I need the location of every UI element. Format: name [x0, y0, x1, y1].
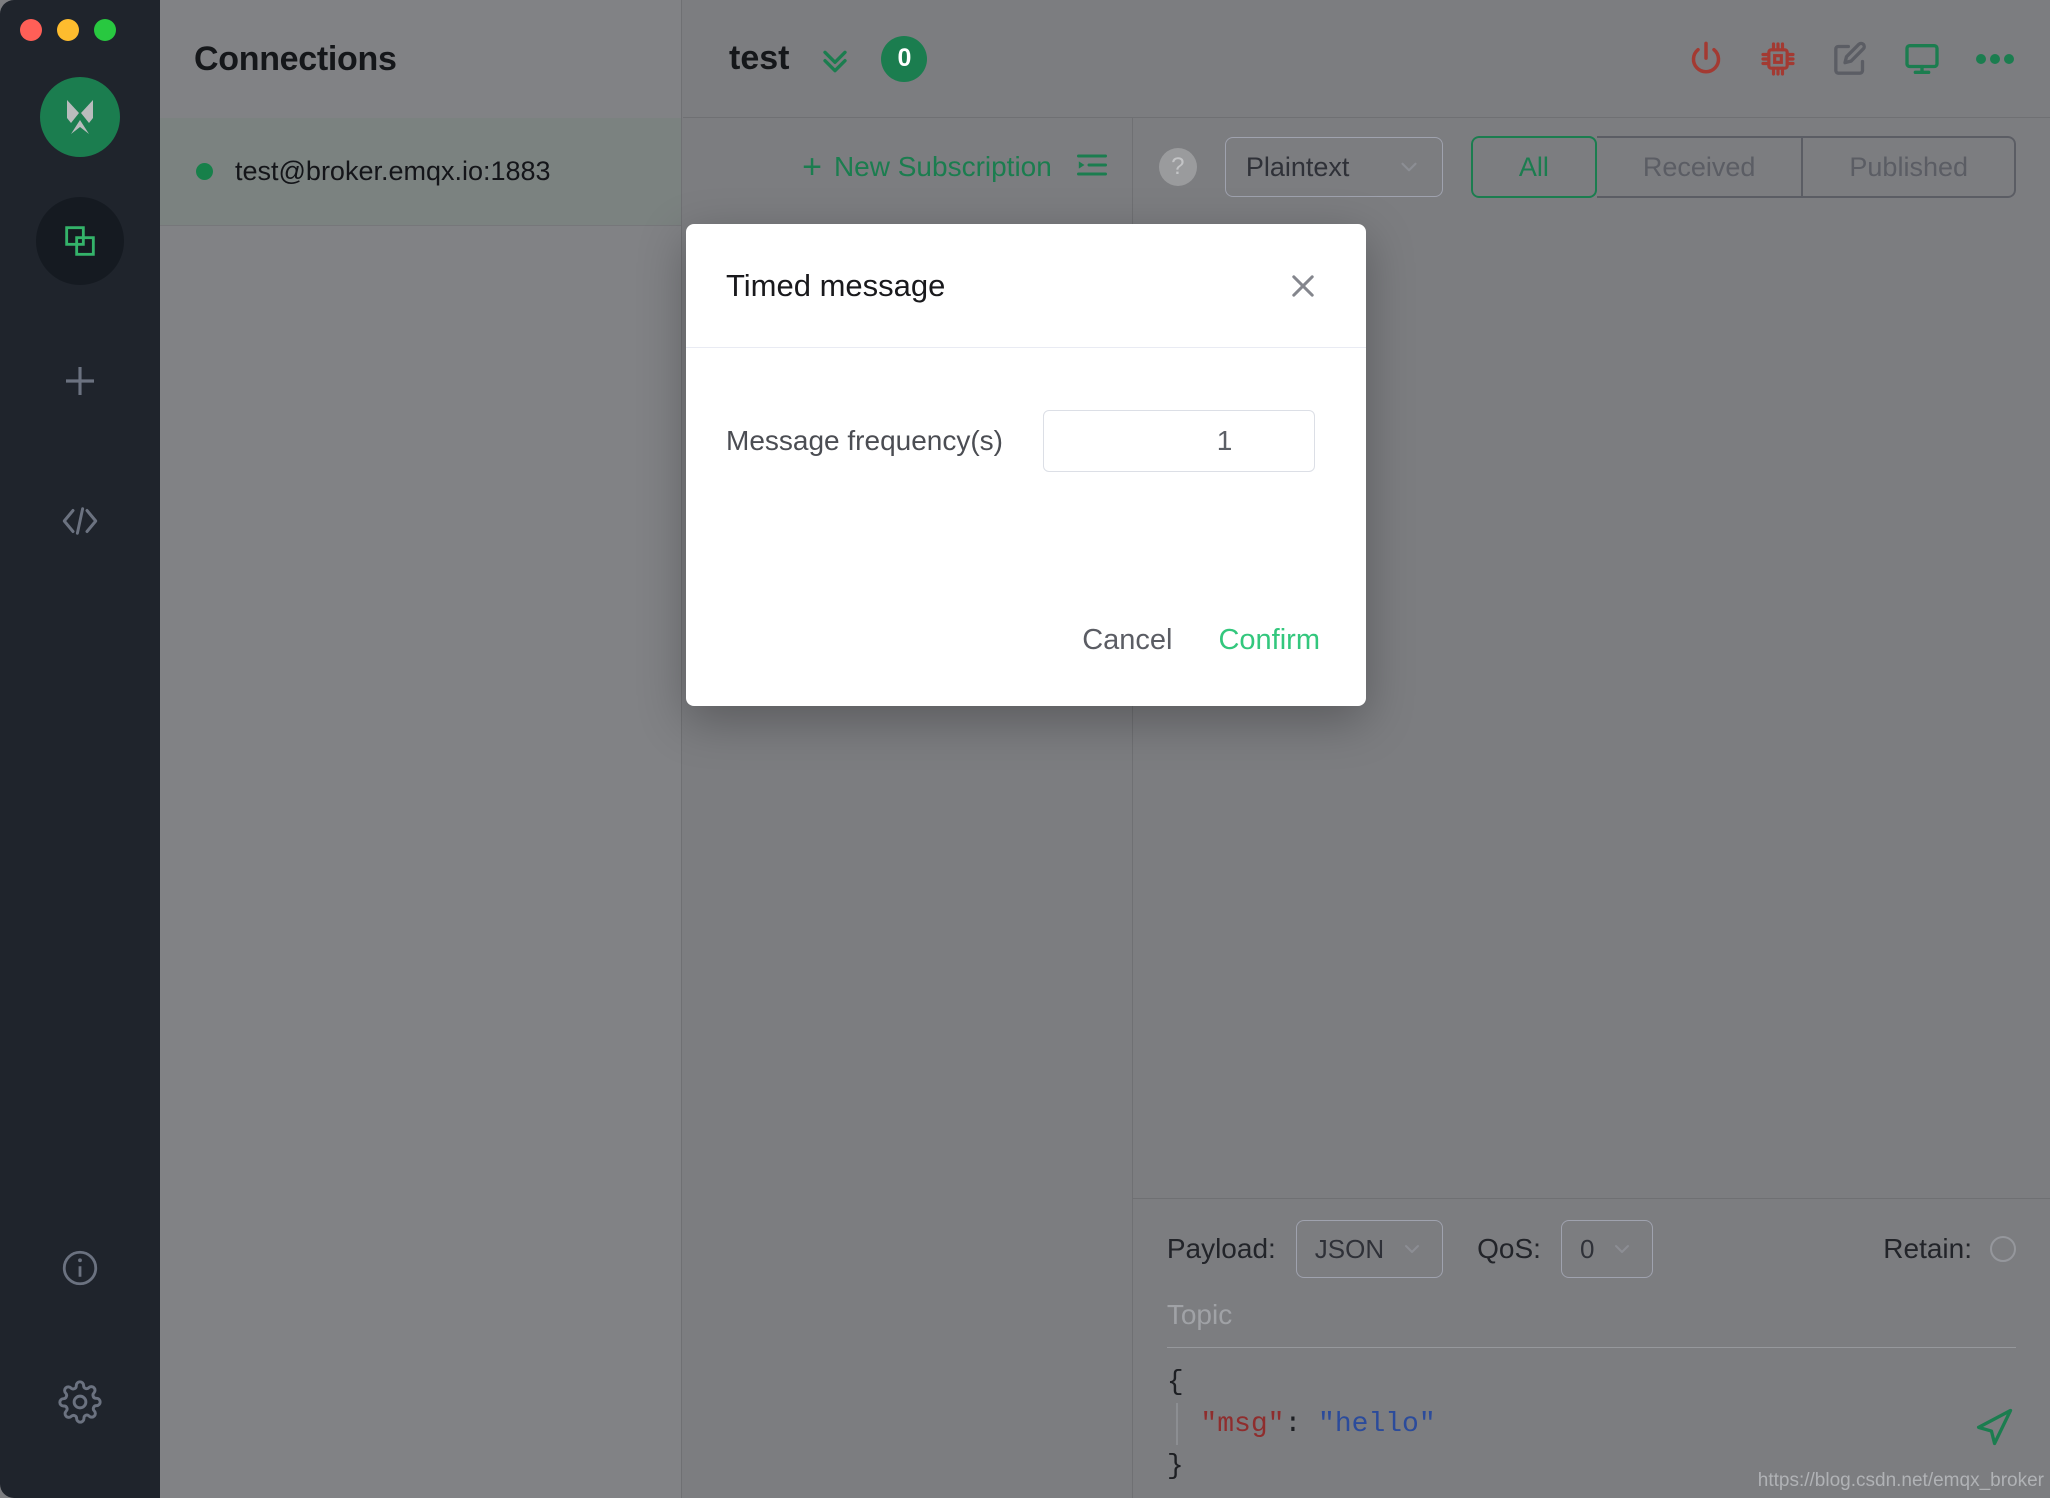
dialog-footer: Cancel Confirm — [686, 596, 1366, 706]
filter-tab-all[interactable]: All — [1470, 136, 1597, 198]
dialog-header: Timed message — [686, 224, 1366, 348]
message-frequency-label: Message frequency(s) — [726, 425, 1004, 456]
message-frequency-input[interactable] — [1044, 411, 1315, 471]
mqttx-app-window: Connections test@broker.emqx.io:1883 tes… — [0, 0, 2050, 1498]
message-frequency-field: Message frequency(s) — [726, 410, 1320, 472]
dialog-title: Timed message — [726, 267, 946, 303]
confirm-button[interactable]: Confirm — [1218, 624, 1320, 657]
cancel-button[interactable]: Cancel — [1082, 624, 1172, 657]
message-frequency-stepper[interactable] — [1043, 410, 1316, 472]
close-icon[interactable] — [1286, 269, 1320, 303]
timed-message-dialog: Timed message Message frequency(s) 1 Can… — [686, 224, 1366, 706]
close-glyph — [1292, 274, 1314, 297]
dialog-body: Message frequency(s) — [686, 348, 1366, 596]
